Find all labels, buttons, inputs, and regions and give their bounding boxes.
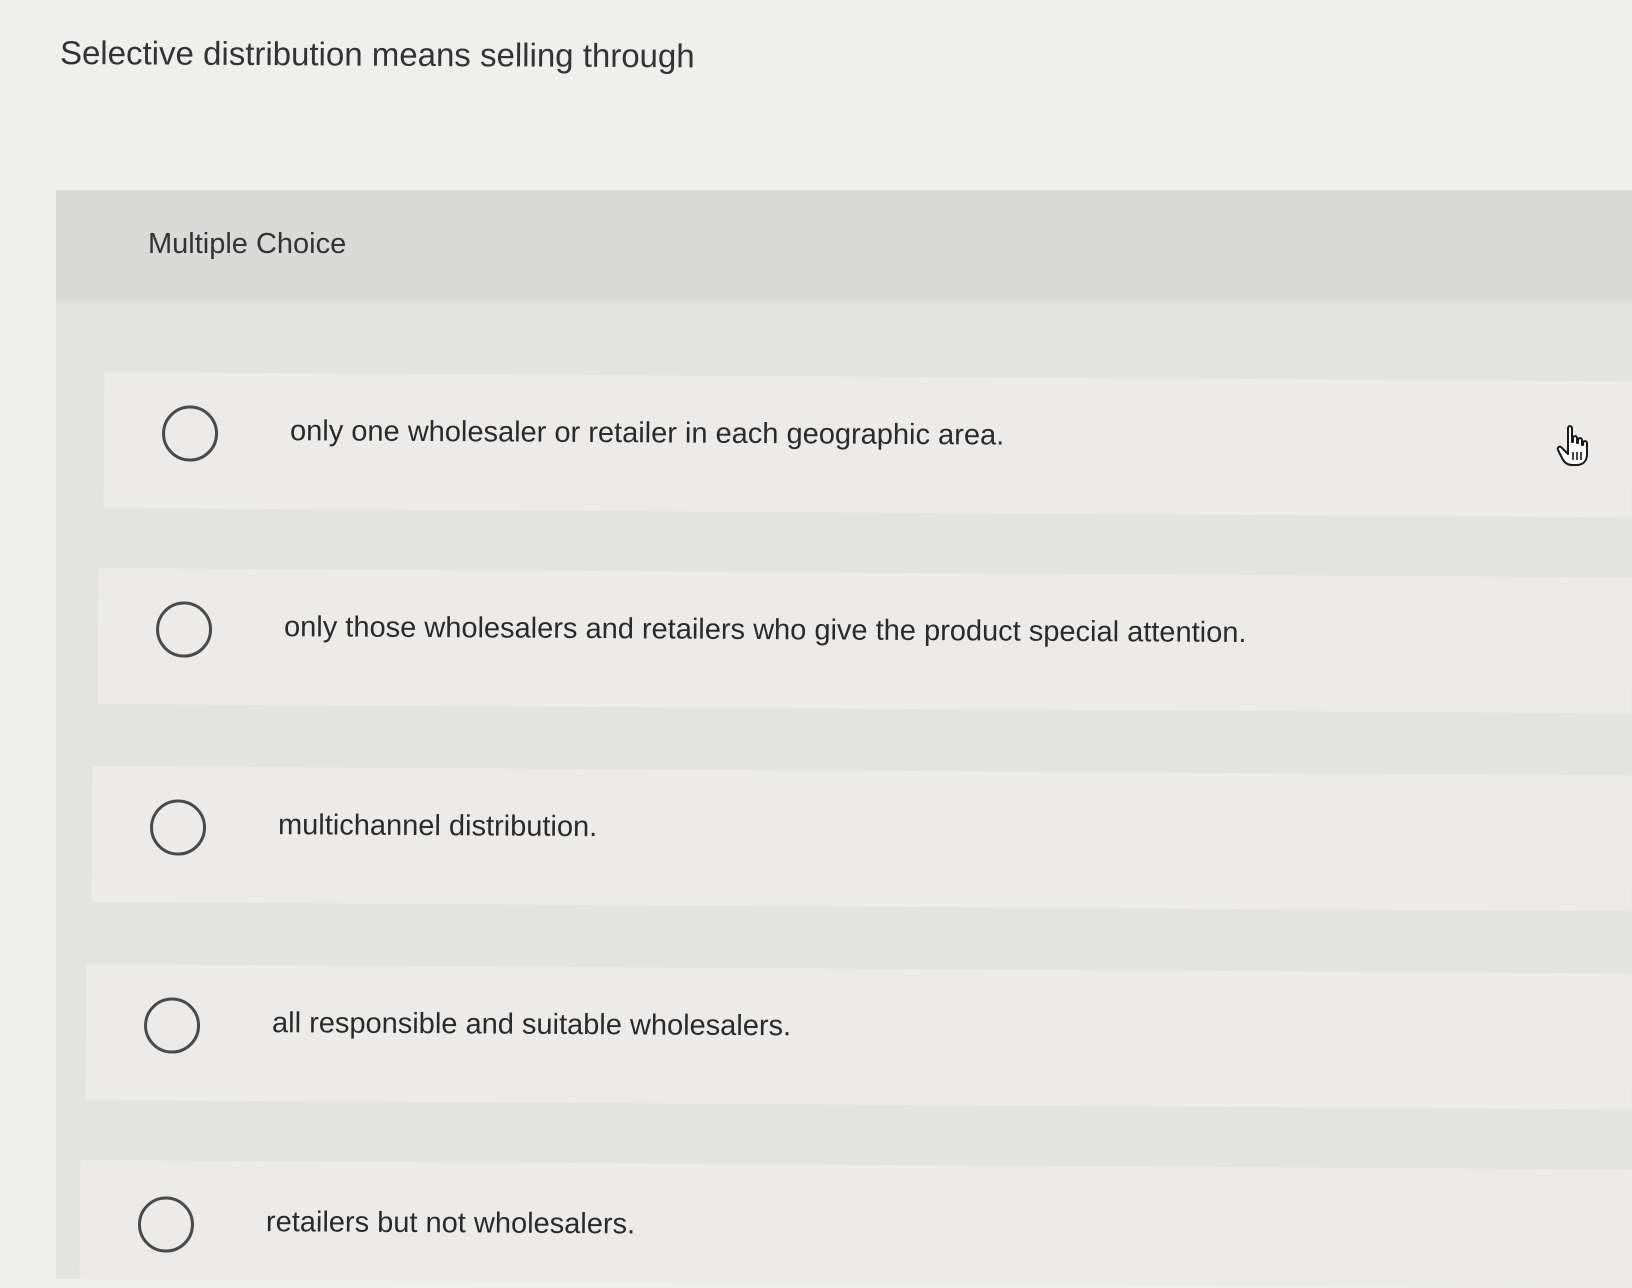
answer-option-5[interactable]: retailers but not wholesalers. [79,1160,1632,1288]
radio-button-icon[interactable] [155,601,213,658]
radio-button-icon[interactable] [149,799,207,856]
answer-option-label[interactable]: retailers but not wholesalers. [266,1206,635,1241]
answer-option-label[interactable]: all responsible and suitable wholesalers… [272,1007,791,1043]
answer-option-2[interactable]: only those wholesalers and retailers who… [97,568,1632,714]
radio-button-icon[interactable] [143,997,201,1054]
answer-option-label[interactable]: only those wholesalers and retailers who… [284,611,1247,650]
multiple-choice-header: Multiple Choice [56,190,1632,302]
radio-button-icon[interactable] [161,405,219,462]
multiple-choice-panel: Multiple Choice [56,190,1632,1279]
answer-option-label[interactable]: multichannel distribution. [278,809,597,844]
answer-option-4[interactable]: all responsible and suitable wholesalers… [85,964,1632,1110]
answer-option-label[interactable]: only one wholesaler or retailer in each … [290,415,1004,452]
radio-button-icon[interactable] [137,1196,195,1253]
multiple-choice-label: Multiple Choice [148,228,347,260]
answer-option-1[interactable]: only one wholesaler or retailer in each … [103,372,1632,518]
answer-option-3[interactable]: multichannel distribution. [91,766,1632,912]
hand-pointer-icon [1556,425,1588,466]
question-stem: Selective distribution means selling thr… [59,34,695,75]
